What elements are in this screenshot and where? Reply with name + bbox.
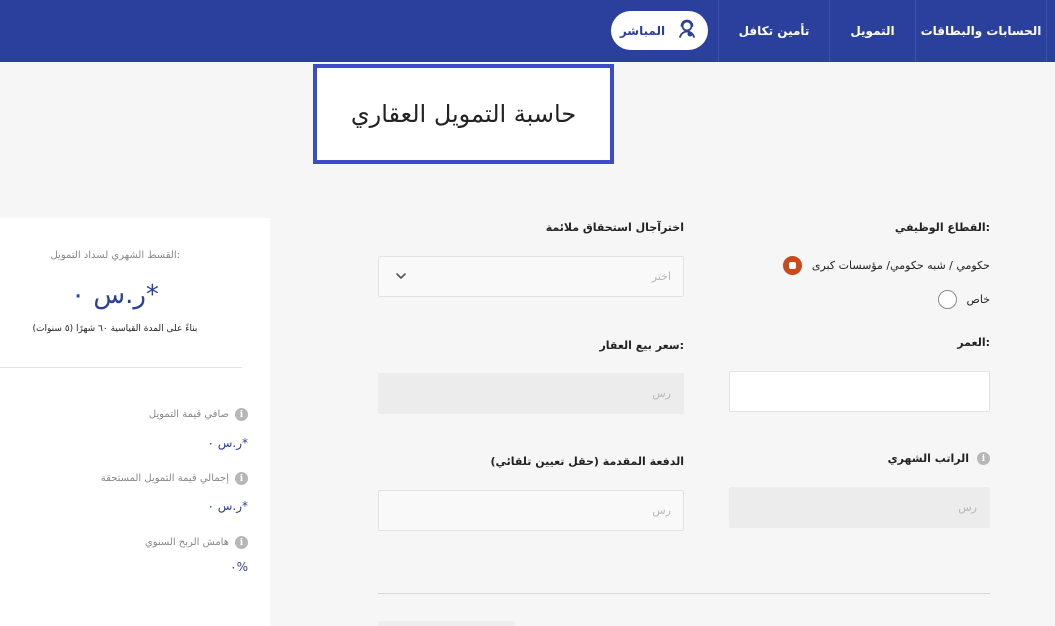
profit-margin-value: ٠%: [230, 560, 248, 574]
installment-basis-text: بناءً على المدة القياسية ٦٠ شهرًا (٥ سنو…: [32, 324, 198, 334]
top-navigation: الحسابات والبطاقات التمويل تأمين تكافل ا…: [0, 0, 1055, 62]
age-input[interactable]: [729, 371, 990, 412]
salary-placeholder: رس: [958, 501, 977, 514]
profit-margin-label: هامش الربح السنوي: [144, 537, 229, 548]
net-finance-value: ر.س ٠*: [207, 436, 248, 450]
live-chat-button[interactable]: المباشر: [611, 11, 708, 50]
salary-label-row: الراتب الشهري i: [888, 452, 990, 465]
calculate-button-edge[interactable]: [378, 621, 515, 626]
property-price-placeholder: رس: [652, 387, 671, 400]
page-title: حاسبة التمويل العقاري: [350, 100, 577, 128]
results-divider: [0, 367, 242, 368]
profit-margin-row-label: هامش الربح السنوي i: [145, 536, 248, 549]
maturity-select[interactable]: اختر: [378, 256, 684, 297]
maturity-placeholder: اختر: [651, 270, 671, 283]
title-box: حاسبة التمويل العقاري: [313, 64, 614, 164]
nav-separator: [829, 0, 830, 62]
total-finance-row-label: إجمالي قيمة التمويل المستحقة i: [101, 472, 248, 485]
age-label: العمر:: [957, 336, 990, 349]
nav-separator: [1046, 0, 1047, 62]
nav-item-finance[interactable]: التمويل: [830, 0, 915, 62]
chevron-down-icon: [396, 273, 406, 279]
monthly-installment-value: ر.س ٠*: [71, 280, 159, 310]
sector-option-government[interactable]: حكومي / شبه حكومي/ مؤسسات كبرى: [782, 256, 990, 275]
down-payment-label: الدفعة المقدمة (حقل تعيين تلقائي): [490, 455, 684, 468]
down-payment-placeholder: رس: [652, 504, 671, 517]
radio-checked[interactable]: [782, 256, 802, 275]
info-icon[interactable]: i: [235, 472, 248, 485]
property-price-input[interactable]: رس: [378, 373, 684, 414]
nav-separator: [915, 0, 916, 62]
live-chat-label: المباشر: [619, 23, 666, 38]
net-finance-label: صافي قيمة التمويل: [148, 409, 229, 420]
nav-item-takaful-insurance[interactable]: تأمين تكافل: [719, 0, 829, 62]
sector-option-private-label: خاص: [966, 293, 990, 306]
sector-option-private[interactable]: خاص: [937, 290, 990, 309]
sector-label: القطاع الوظيفي:: [894, 221, 990, 234]
down-payment-input[interactable]: رس: [378, 490, 684, 531]
salary-input[interactable]: رس: [729, 487, 990, 528]
info-icon[interactable]: i: [235, 536, 248, 549]
monthly-installment-label: القسط الشهري لسداد التمويل:: [50, 250, 180, 261]
user-support-icon: [675, 17, 699, 44]
maturity-label: اخترآجال استحقاق ملائمة: [545, 221, 684, 234]
nav-item-accounts-cards[interactable]: الحسابات والبطاقات: [916, 0, 1046, 62]
info-icon[interactable]: i: [235, 408, 248, 421]
salary-label: الراتب الشهري: [887, 452, 969, 465]
radio-unchecked[interactable]: [937, 290, 957, 309]
total-finance-label: إجمالي قيمة التمويل المستحقة: [100, 473, 229, 484]
net-finance-row-label: صافي قيمة التمويل i: [149, 408, 248, 421]
results-panel: القسط الشهري لسداد التمويل: ر.س ٠* بناءً…: [0, 218, 270, 626]
nav-separator: [718, 0, 719, 62]
total-finance-value: ر.س ٠*: [207, 499, 248, 513]
form-divider: [378, 593, 990, 594]
sector-option-government-label: حكومي / شبه حكومي/ مؤسسات كبرى: [811, 259, 990, 272]
price-label: سعر بيع العقار:: [599, 339, 684, 352]
info-icon[interactable]: i: [977, 452, 990, 465]
